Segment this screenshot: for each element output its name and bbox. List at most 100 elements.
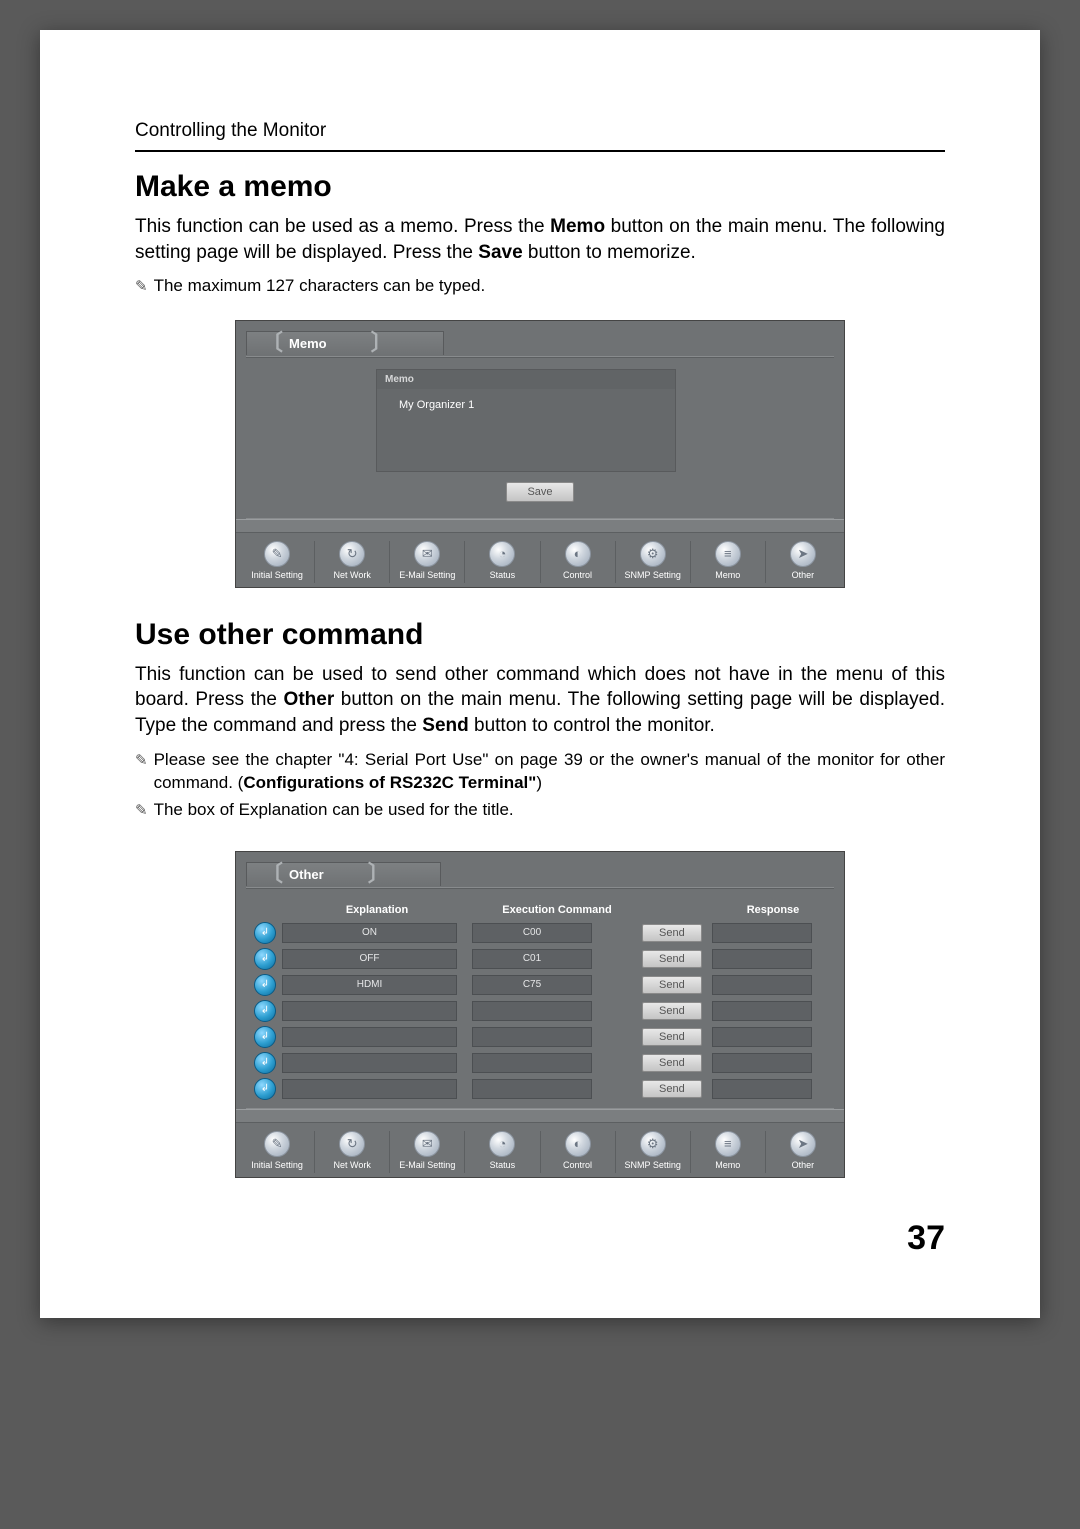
explanation-input[interactable]: ON xyxy=(282,923,457,943)
page-number: 37 xyxy=(907,1219,945,1258)
command-input[interactable] xyxy=(472,1027,592,1047)
body-use-other: This function can be used to send other … xyxy=(135,662,945,739)
memo-panel: Memo My Organizer 1 xyxy=(376,369,676,472)
nav-other[interactable]: ➤Other xyxy=(766,1131,840,1173)
table-row: ↲ OFF C01 Send xyxy=(252,946,834,972)
table-row: ↲ ON C00 Send xyxy=(252,920,834,946)
response-output xyxy=(712,923,812,943)
nav-network[interactable]: ↻Net Work xyxy=(315,1131,390,1173)
nav-memo[interactable]: ≡Memo xyxy=(691,541,766,583)
command-input[interactable] xyxy=(472,1001,592,1021)
tab-area: 〔 Memo 〕 xyxy=(236,321,844,356)
send-button[interactable]: Send xyxy=(642,1080,702,1098)
memo-sphere-icon: ≡ xyxy=(715,541,741,567)
row-sphere-icon[interactable]: ↲ xyxy=(254,974,276,996)
explanation-input[interactable]: HDMI xyxy=(282,975,457,995)
control-sphere-icon: ◐ xyxy=(565,1131,591,1157)
refresh-sphere-icon: ↻ xyxy=(339,541,365,567)
command-input[interactable]: C00 xyxy=(472,923,592,943)
pencil-icon: ✎ xyxy=(135,751,148,771)
row-sphere-icon[interactable]: ↲ xyxy=(254,1026,276,1048)
nav-status[interactable]: ◔Status xyxy=(465,1131,540,1173)
bracket-icon: 〔 xyxy=(261,336,283,350)
bracket-icon: 〔 xyxy=(261,867,283,881)
send-button[interactable]: Send xyxy=(642,1028,702,1046)
pencil-icon: ✎ xyxy=(135,277,148,297)
response-output xyxy=(712,975,812,995)
memo-panel-head: Memo xyxy=(377,370,675,389)
nav-initial-setting[interactable]: ✎Initial Setting xyxy=(240,541,315,583)
table-row: ↲ Send xyxy=(252,1076,834,1102)
command-input[interactable] xyxy=(472,1053,592,1073)
thick-divider xyxy=(236,1109,844,1123)
arrow-sphere-icon: ➤ xyxy=(790,1131,816,1157)
row-sphere-icon[interactable]: ↲ xyxy=(254,948,276,970)
bracket-icon: 〕 xyxy=(368,867,390,881)
mail-sphere-icon: ✉ xyxy=(414,541,440,567)
nav-network[interactable]: ↻Net Work xyxy=(315,541,390,583)
nav-snmp-setting[interactable]: ⚙SNMP Setting xyxy=(616,541,691,583)
response-output xyxy=(712,1001,812,1021)
explanation-input[interactable]: OFF xyxy=(282,949,457,969)
pencil-icon: ✎ xyxy=(135,801,148,821)
response-output xyxy=(712,949,812,969)
send-button[interactable]: Send xyxy=(642,1002,702,1020)
body-make-memo: This function can be used as a memo. Pre… xyxy=(135,214,945,265)
refresh-sphere-icon: ↻ xyxy=(339,1131,365,1157)
explanation-input[interactable] xyxy=(282,1053,457,1073)
send-button[interactable]: Send xyxy=(642,924,702,942)
send-button[interactable]: Send xyxy=(642,950,702,968)
response-output xyxy=(712,1053,812,1073)
divider xyxy=(246,887,834,888)
table-row: ↲ Send xyxy=(252,998,834,1024)
row-sphere-icon[interactable]: ↲ xyxy=(254,1078,276,1100)
save-button[interactable]: Save xyxy=(506,482,573,502)
col-header-response: Response xyxy=(712,904,834,916)
nav-initial-setting[interactable]: ✎Initial Setting xyxy=(240,1131,315,1173)
gear-sphere-icon: ⚙ xyxy=(640,1131,666,1157)
nav-control[interactable]: ◐Control xyxy=(541,541,616,583)
note-max-chars: ✎ The maximum 127 characters can be type… xyxy=(135,275,945,298)
command-input[interactable]: C01 xyxy=(472,949,592,969)
nav-other[interactable]: ➤Other xyxy=(766,541,840,583)
bottom-nav: ✎Initial Setting ↻Net Work ✉E-Mail Setti… xyxy=(236,1123,844,1177)
thick-divider xyxy=(236,519,844,533)
memo-sphere-icon: ≡ xyxy=(715,1131,741,1157)
row-sphere-icon[interactable]: ↲ xyxy=(254,1000,276,1022)
row-sphere-icon[interactable]: ↲ xyxy=(254,922,276,944)
page-header: Controlling the Monitor xyxy=(135,120,945,142)
tab-other[interactable]: 〔 Other 〕 xyxy=(246,862,441,886)
nav-control[interactable]: ◐Control xyxy=(541,1131,616,1173)
note-explanation-box: ✎ The box of Explanation can be used for… xyxy=(135,799,945,822)
response-output xyxy=(712,1027,812,1047)
divider xyxy=(246,356,834,357)
arrow-sphere-icon: ➤ xyxy=(790,541,816,567)
nav-email-setting[interactable]: ✉E-Mail Setting xyxy=(390,1131,465,1173)
send-button[interactable]: Send xyxy=(642,1054,702,1072)
explanation-input[interactable] xyxy=(282,1079,457,1099)
heading-use-other: Use other command xyxy=(135,618,945,652)
send-button[interactable]: Send xyxy=(642,976,702,994)
nav-status[interactable]: ◔Status xyxy=(465,541,540,583)
control-sphere-icon: ◐ xyxy=(565,541,591,567)
response-output xyxy=(712,1079,812,1099)
memo-screenshot: 〔 Memo 〕 Memo My Organizer 1 Save ✎Initi… xyxy=(235,320,845,588)
row-sphere-icon[interactable]: ↲ xyxy=(254,1052,276,1074)
table-row: ↲ HDMI C75 Send xyxy=(252,972,834,998)
command-input[interactable]: C75 xyxy=(472,975,592,995)
bottom-nav: ✎Initial Setting ↻Net Work ✉E-Mail Setti… xyxy=(236,533,844,587)
mail-sphere-icon: ✉ xyxy=(414,1131,440,1157)
command-input[interactable] xyxy=(472,1079,592,1099)
tab-memo[interactable]: 〔 Memo 〕 xyxy=(246,331,444,355)
nav-email-setting[interactable]: ✉E-Mail Setting xyxy=(390,541,465,583)
save-row: Save xyxy=(236,482,844,502)
nav-memo[interactable]: ≡Memo xyxy=(691,1131,766,1173)
document-page: Controlling the Monitor Make a memo This… xyxy=(40,30,1040,1318)
nav-snmp-setting[interactable]: ⚙SNMP Setting xyxy=(616,1131,691,1173)
header-rule xyxy=(135,150,945,152)
table-header: Explanation Execution Command Response xyxy=(252,900,834,920)
memo-text[interactable]: My Organizer 1 xyxy=(377,389,675,471)
explanation-input[interactable] xyxy=(282,1027,457,1047)
explanation-input[interactable] xyxy=(282,1001,457,1021)
other-screenshot: 〔 Other 〕 Explanation Execution Command … xyxy=(235,851,845,1178)
